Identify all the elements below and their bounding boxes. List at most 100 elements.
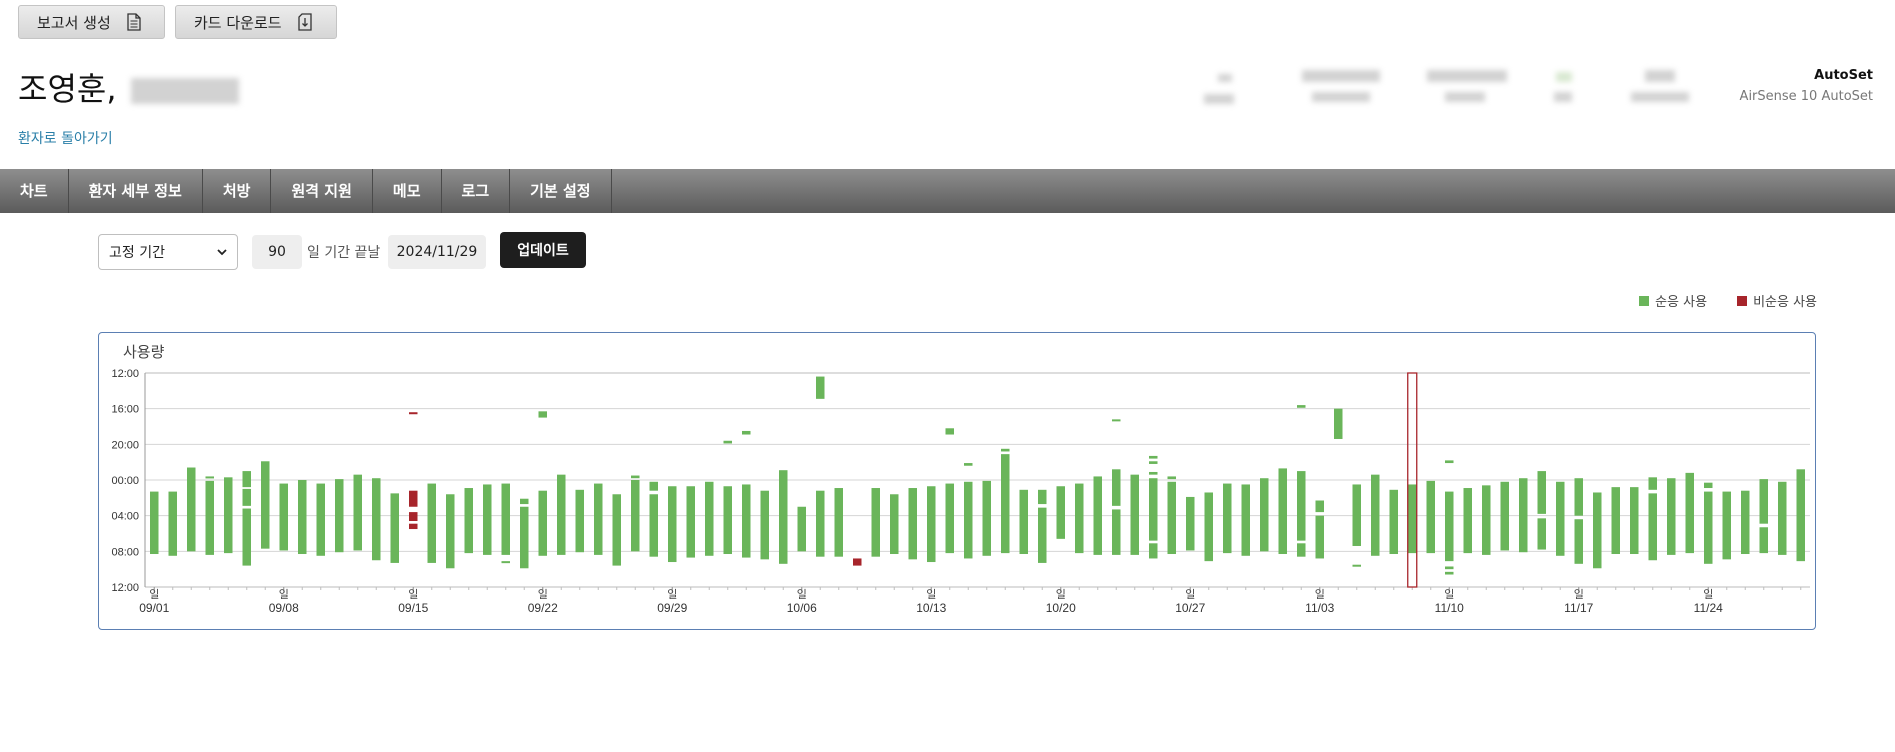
tab-logs[interactable]: 로그 <box>442 169 511 213</box>
y-tick-label: 08:00 <box>111 546 139 558</box>
usage-bar-compliant <box>686 486 695 558</box>
x-date-label: 11/24 <box>1694 601 1723 615</box>
usage-bar-compliant <box>1149 455 1158 459</box>
usage-bar-compliant <box>1112 469 1121 506</box>
x-weekday-label: 일 <box>1703 587 1713 601</box>
y-tick-label: 12:00 <box>111 368 139 380</box>
usage-bar-compliant <box>964 481 973 559</box>
usage-bar-compliant <box>1241 484 1250 556</box>
usage-bar-compliant <box>390 493 399 563</box>
x-date-label: 11/03 <box>1305 601 1334 615</box>
usage-bar-compliant <box>1371 474 1380 556</box>
usage-bar-compliant <box>1352 484 1361 546</box>
redacted-patient-detail <box>130 78 239 104</box>
usage-bar-compliant <box>538 411 547 418</box>
usage-bar-compliant <box>168 491 177 556</box>
x-weekday-label: 일 <box>149 587 159 601</box>
x-weekday-label: 일 <box>797 587 807 601</box>
tab-chart[interactable]: 차트 <box>0 169 69 213</box>
usage-bar-compliant <box>538 490 547 556</box>
tab-remote-assist[interactable]: 원격 지원 <box>271 169 373 213</box>
usage-bar-compliant <box>1093 476 1102 555</box>
y-tick-label: 00:00 <box>111 475 139 487</box>
usage-bar-compliant <box>1204 492 1213 562</box>
tab-prescription[interactable]: 처방 <box>203 169 272 213</box>
usage-bar-compliant <box>298 480 307 555</box>
usage-bar-compliant <box>1297 543 1306 557</box>
usage-bar-compliant <box>760 490 769 560</box>
usage-bar-compliant <box>779 470 788 564</box>
usage-bar-compliant <box>1445 491 1454 562</box>
usage-bar-compliant <box>1315 500 1324 513</box>
usage-bar-noncompliant <box>409 523 418 530</box>
usage-bar-compliant <box>631 480 640 552</box>
usage-bar-compliant <box>1352 564 1361 567</box>
x-date-label: 09/22 <box>528 601 558 615</box>
usage-bar-compliant <box>1667 478 1676 555</box>
chart-legend: 순응 사용 비순응 사용 <box>1639 291 1817 310</box>
usage-bar-compliant <box>187 467 196 552</box>
usage-bar-compliant <box>372 478 381 561</box>
usage-bar-compliant <box>1149 461 1158 464</box>
usage-bar-compliant <box>575 489 584 553</box>
usage-bar-compliant <box>1149 478 1158 541</box>
days-input[interactable]: 90 <box>252 235 302 269</box>
usage-bar-compliant <box>1593 492 1602 569</box>
usage-bar-compliant <box>1463 488 1472 554</box>
usage-bar-compliant <box>1019 489 1028 555</box>
update-button[interactable]: 업데이트 <box>500 232 586 268</box>
usage-bar-compliant <box>723 440 732 444</box>
usage-bar-compliant <box>1112 419 1121 422</box>
tab-preferences[interactable]: 기본 설정 <box>510 169 612 213</box>
usage-bar-compliant <box>1611 487 1620 555</box>
usage-bar-compliant <box>1537 518 1546 550</box>
x-date-label: 11/17 <box>1564 601 1593 615</box>
usage-bar-noncompliant <box>409 490 418 507</box>
usage-bar-compliant <box>1297 471 1306 541</box>
y-tick-label: 12:00 <box>111 582 139 594</box>
patient-name-text: 조영훈, <box>18 70 117 108</box>
usage-bar-compliant <box>668 486 677 563</box>
x-weekday-label: 일 <box>667 587 677 601</box>
x-weekday-label: 일 <box>1574 587 1584 601</box>
usage-bar-compliant <box>1038 507 1047 563</box>
usage-bar-compliant <box>1389 489 1398 555</box>
usage-bar-compliant <box>501 483 510 555</box>
patient-name: 조영훈, <box>18 64 239 110</box>
usage-bar-compliant <box>612 494 621 566</box>
usage-bar-compliant <box>594 483 603 555</box>
x-weekday-label: 일 <box>1056 587 1066 601</box>
usage-bar-compliant <box>1574 478 1583 516</box>
usage-bar-compliant <box>945 483 954 554</box>
usage-bar-compliant <box>1500 481 1509 551</box>
tab-patient-details[interactable]: 환자 세부 정보 <box>69 169 203 213</box>
tab-notes[interactable]: 메모 <box>373 169 442 213</box>
usage-bar-compliant <box>1722 491 1731 560</box>
usage-chart-panel: 사용량 12:00 16:00 20:00 00:00 04:00 08:00 12:00 일… <box>98 332 1816 630</box>
usage-bar-compliant <box>446 494 455 569</box>
x-date-label: 09/15 <box>398 601 428 615</box>
usage-bar-compliant <box>982 480 991 556</box>
download-card-button[interactable]: 카드 다운로드 <box>175 5 337 39</box>
generate-report-button[interactable]: 보고서 생성 <box>18 5 165 39</box>
usage-bar-compliant <box>1038 489 1047 505</box>
device-info-redacted-1 <box>1200 70 1238 120</box>
x-date-label: 09/01 <box>139 601 169 615</box>
usage-bar-compliant <box>1704 491 1713 564</box>
period-type-select[interactable]: 고정 기간 <box>98 234 238 270</box>
usage-bar-compliant <box>1334 408 1343 439</box>
usage-bar-compliant <box>1223 483 1232 554</box>
usage-bar-compliant <box>205 480 214 555</box>
device-info-redacted-3 <box>1425 70 1510 120</box>
x-date-label: 10/13 <box>916 601 946 615</box>
legend-noncompliant-label: 비순응 사용 <box>1753 295 1817 310</box>
generate-report-label: 보고서 생성 <box>37 13 111 32</box>
end-date-input[interactable]: 2024/11/29 <box>388 235 486 269</box>
document-icon <box>127 13 141 31</box>
usage-bar-compliant <box>1648 477 1657 490</box>
usage-bar-compliant <box>1426 480 1435 554</box>
usage-bar-compliant <box>1167 481 1176 555</box>
usage-bar-compliant <box>1759 479 1768 524</box>
usage-bar-compliant <box>205 476 214 479</box>
back-to-patient-link[interactable]: 환자로 돌아가기 <box>18 128 113 148</box>
